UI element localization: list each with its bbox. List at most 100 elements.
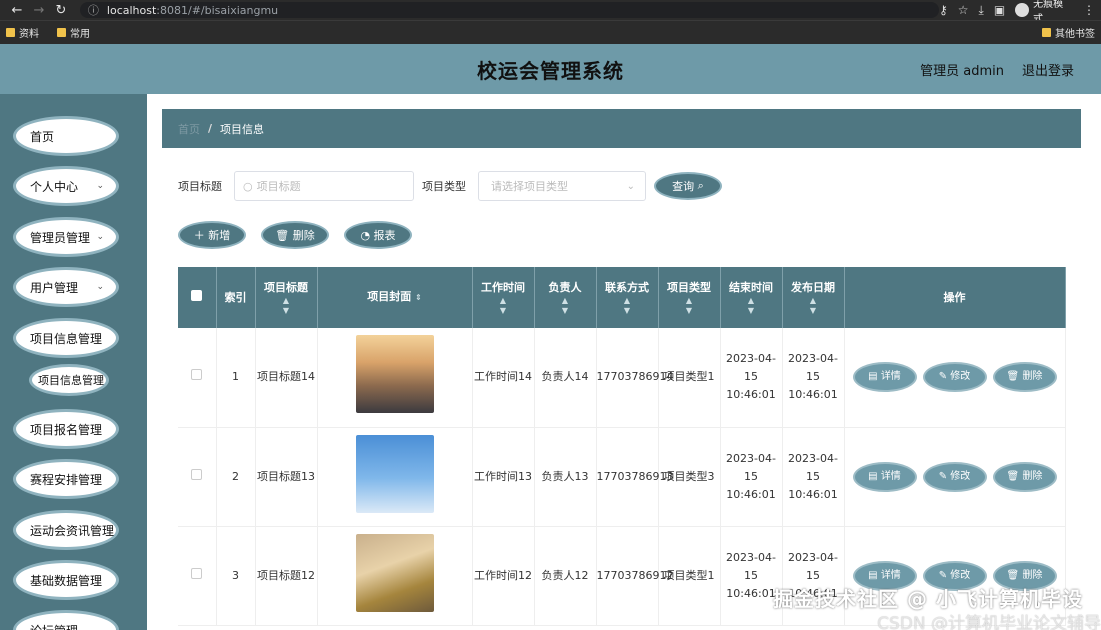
cell-phone: 17703786913 xyxy=(596,427,673,527)
cell-work-time: 工作时间12 xyxy=(472,526,535,626)
bookmark-ziliao[interactable]: 资料 xyxy=(6,25,39,40)
breadcrumb-home[interactable]: 首页 xyxy=(178,121,200,137)
url-path: :8081/#/bisaixiangmu xyxy=(156,3,279,17)
cell-phone: 17703786914 xyxy=(596,328,673,428)
trash-icon: 🗑 xyxy=(275,228,290,242)
sort-icon[interactable]: ▲ ▼ xyxy=(597,296,658,316)
cell-owner: 负责人12 xyxy=(534,526,597,626)
col-owner[interactable]: 负责人 ▲ ▼ xyxy=(534,267,597,328)
cover-image[interactable] xyxy=(355,533,434,612)
detail-button[interactable]: ▤ 详情 xyxy=(852,461,917,492)
current-user: 管理员 admin xyxy=(920,63,1004,79)
title-search-input[interactable]: ○ 项目标题 xyxy=(234,171,414,201)
col-title[interactable]: 项目标题 ▲ ▼ xyxy=(255,267,318,328)
download-icon[interactable]: ⤓ xyxy=(979,3,984,18)
menu-icon[interactable]: ⋮ xyxy=(1083,3,1095,17)
key-icon[interactable]: ⚷ xyxy=(939,3,948,17)
detail-button[interactable]: ▤ 详情 xyxy=(852,362,917,393)
sidebar-subitem-project-info[interactable]: 项目信息管理 xyxy=(29,364,109,396)
sort-icon[interactable]: ▲ ▼ xyxy=(783,296,844,316)
url-host: localhost xyxy=(106,3,157,17)
cell-work-time: 工作时间13 xyxy=(472,427,535,527)
sort-icon[interactable]: ▲ ▼ xyxy=(473,296,534,316)
sidebar-item-base-data[interactable]: 基础数据管理 xyxy=(13,560,119,600)
table-row: 2 项目标题13 工作时间13 负责人13 17703786913 项目类型3 … xyxy=(178,427,1066,527)
logout-link[interactable]: 退出登录 xyxy=(1022,60,1074,79)
row-checkbox[interactable] xyxy=(191,567,203,579)
sidebar-item-forum[interactable]: 论坛管理 xyxy=(13,610,119,630)
chevron-down-icon: ⌄ xyxy=(96,181,104,191)
cover-image[interactable] xyxy=(355,335,434,414)
sidebar-item-users[interactable]: 用户管理 ⌄ xyxy=(13,267,119,307)
trash-icon: 🗑 xyxy=(1006,371,1020,383)
select-all-checkbox[interactable] xyxy=(191,289,203,301)
cell-end-time: 2023-04-15 10:46:01 xyxy=(720,328,783,428)
col-publish-date[interactable]: 发布日期 ▲ ▼ xyxy=(782,267,845,328)
table-row: 1 项目标题14 工作时间14 负责人14 17703786914 项目类型1 … xyxy=(178,328,1066,428)
bookmark-changyong[interactable]: 常用 xyxy=(57,25,90,40)
sort-icon[interactable]: ⇕ xyxy=(415,293,422,302)
cell-work-time: 工作时间14 xyxy=(472,328,535,428)
action-toolbar: ＋ 新增 🗑 删除 ◔ 报表 xyxy=(178,221,412,249)
cell-index: 1 xyxy=(216,328,256,428)
watermark-csdn: CSDN @计算机毕业论文辅导 xyxy=(877,614,1101,630)
sidebar-item-home[interactable]: 首页 xyxy=(13,116,119,156)
pencil-icon: ✎ xyxy=(938,569,948,581)
col-phone[interactable]: 联系方式 ▲ ▼ xyxy=(596,267,659,328)
cell-type: 项目类型1 xyxy=(658,526,721,626)
bookmark-other[interactable]: 其他书签 xyxy=(1042,25,1095,40)
pie-chart-icon: ◔ xyxy=(360,228,371,242)
cell-end-time: 2023-04-15 10:46:01 xyxy=(720,427,783,527)
row-delete-button[interactable]: 🗑 删除 xyxy=(992,461,1057,492)
col-type[interactable]: 项目类型 ▲ ▼ xyxy=(658,267,721,328)
row-delete-button[interactable]: 🗑 删除 xyxy=(992,362,1057,393)
col-work-time[interactable]: 工作时间 ▲ ▼ xyxy=(472,267,535,328)
select-all-cell[interactable] xyxy=(178,267,217,328)
sidepanel-icon[interactable]: ▣ xyxy=(994,3,1005,17)
sort-icon[interactable]: ▲ ▼ xyxy=(721,296,782,316)
col-end-time[interactable]: 结束时间 ▲ ▼ xyxy=(720,267,783,328)
sidebar-item-profile[interactable]: 个人中心 ⌄ xyxy=(13,166,119,206)
sidebar-item-signup[interactable]: 项目报名管理 xyxy=(13,409,119,449)
breadcrumb-current: 项目信息 xyxy=(220,122,265,136)
row-checkbox[interactable] xyxy=(191,468,203,480)
folder-icon xyxy=(6,28,15,37)
sort-icon[interactable]: ▲ ▼ xyxy=(535,296,596,316)
row-checkbox[interactable] xyxy=(191,369,203,381)
cell-owner: 负责人14 xyxy=(534,328,597,428)
sidebar-item-admin[interactable]: 管理员管理 ⌄ xyxy=(13,217,119,257)
cell-type: 项目类型1 xyxy=(658,328,721,428)
sidebar-item-project-info[interactable]: 项目信息管理 xyxy=(13,318,119,358)
watermark-juejin: 掘金技术社区 @ 小飞计算机毕设 xyxy=(773,587,1083,611)
reload-icon[interactable]: ↻ xyxy=(50,3,72,18)
document-icon: ▤ xyxy=(868,371,878,383)
pencil-icon: ✎ xyxy=(938,371,948,383)
delete-button[interactable]: 🗑 删除 xyxy=(261,221,329,249)
info-icon: ⓘ xyxy=(87,4,99,17)
report-button[interactable]: ◔ 报表 xyxy=(344,221,412,249)
edit-button[interactable]: ✎ 修改 xyxy=(922,461,987,492)
col-index: 索引 xyxy=(216,267,256,328)
chevron-down-icon: ⌄ xyxy=(96,232,104,242)
type-select[interactable]: 请选择项目类型 ⌄ xyxy=(478,171,646,201)
col-cover[interactable]: 项目封面 ⇕ xyxy=(317,267,473,328)
cell-title: 项目标题14 xyxy=(255,328,318,428)
plus-icon: ＋ xyxy=(193,229,205,242)
col-actions: 操作 xyxy=(844,267,1066,328)
sort-icon[interactable]: ▲ ▼ xyxy=(659,296,720,316)
add-button[interactable]: ＋ 新增 xyxy=(178,221,246,249)
sidebar-item-schedule[interactable]: 赛程安排管理 xyxy=(13,459,119,499)
query-button[interactable]: 查询 ⌕ xyxy=(654,172,722,200)
sort-icon[interactable]: ▲ ▼ xyxy=(256,296,317,316)
back-icon[interactable]: ← xyxy=(6,3,28,18)
cell-phone: 17703786912 xyxy=(596,526,673,626)
pencil-icon: ✎ xyxy=(938,470,948,482)
title-label: 项目标题 xyxy=(178,180,222,193)
edit-button[interactable]: ✎ 修改 xyxy=(922,362,987,393)
sidebar-item-news[interactable]: 运动会资讯管理 xyxy=(13,510,119,550)
address-bar[interactable]: ⓘ localhost:8081/#/bisaixiangmu xyxy=(79,2,939,18)
star-icon[interactable]: ☆ xyxy=(958,3,969,17)
trash-icon: 🗑 xyxy=(1006,470,1020,482)
cover-image[interactable] xyxy=(355,434,434,513)
forward-icon[interactable]: → xyxy=(28,3,50,18)
